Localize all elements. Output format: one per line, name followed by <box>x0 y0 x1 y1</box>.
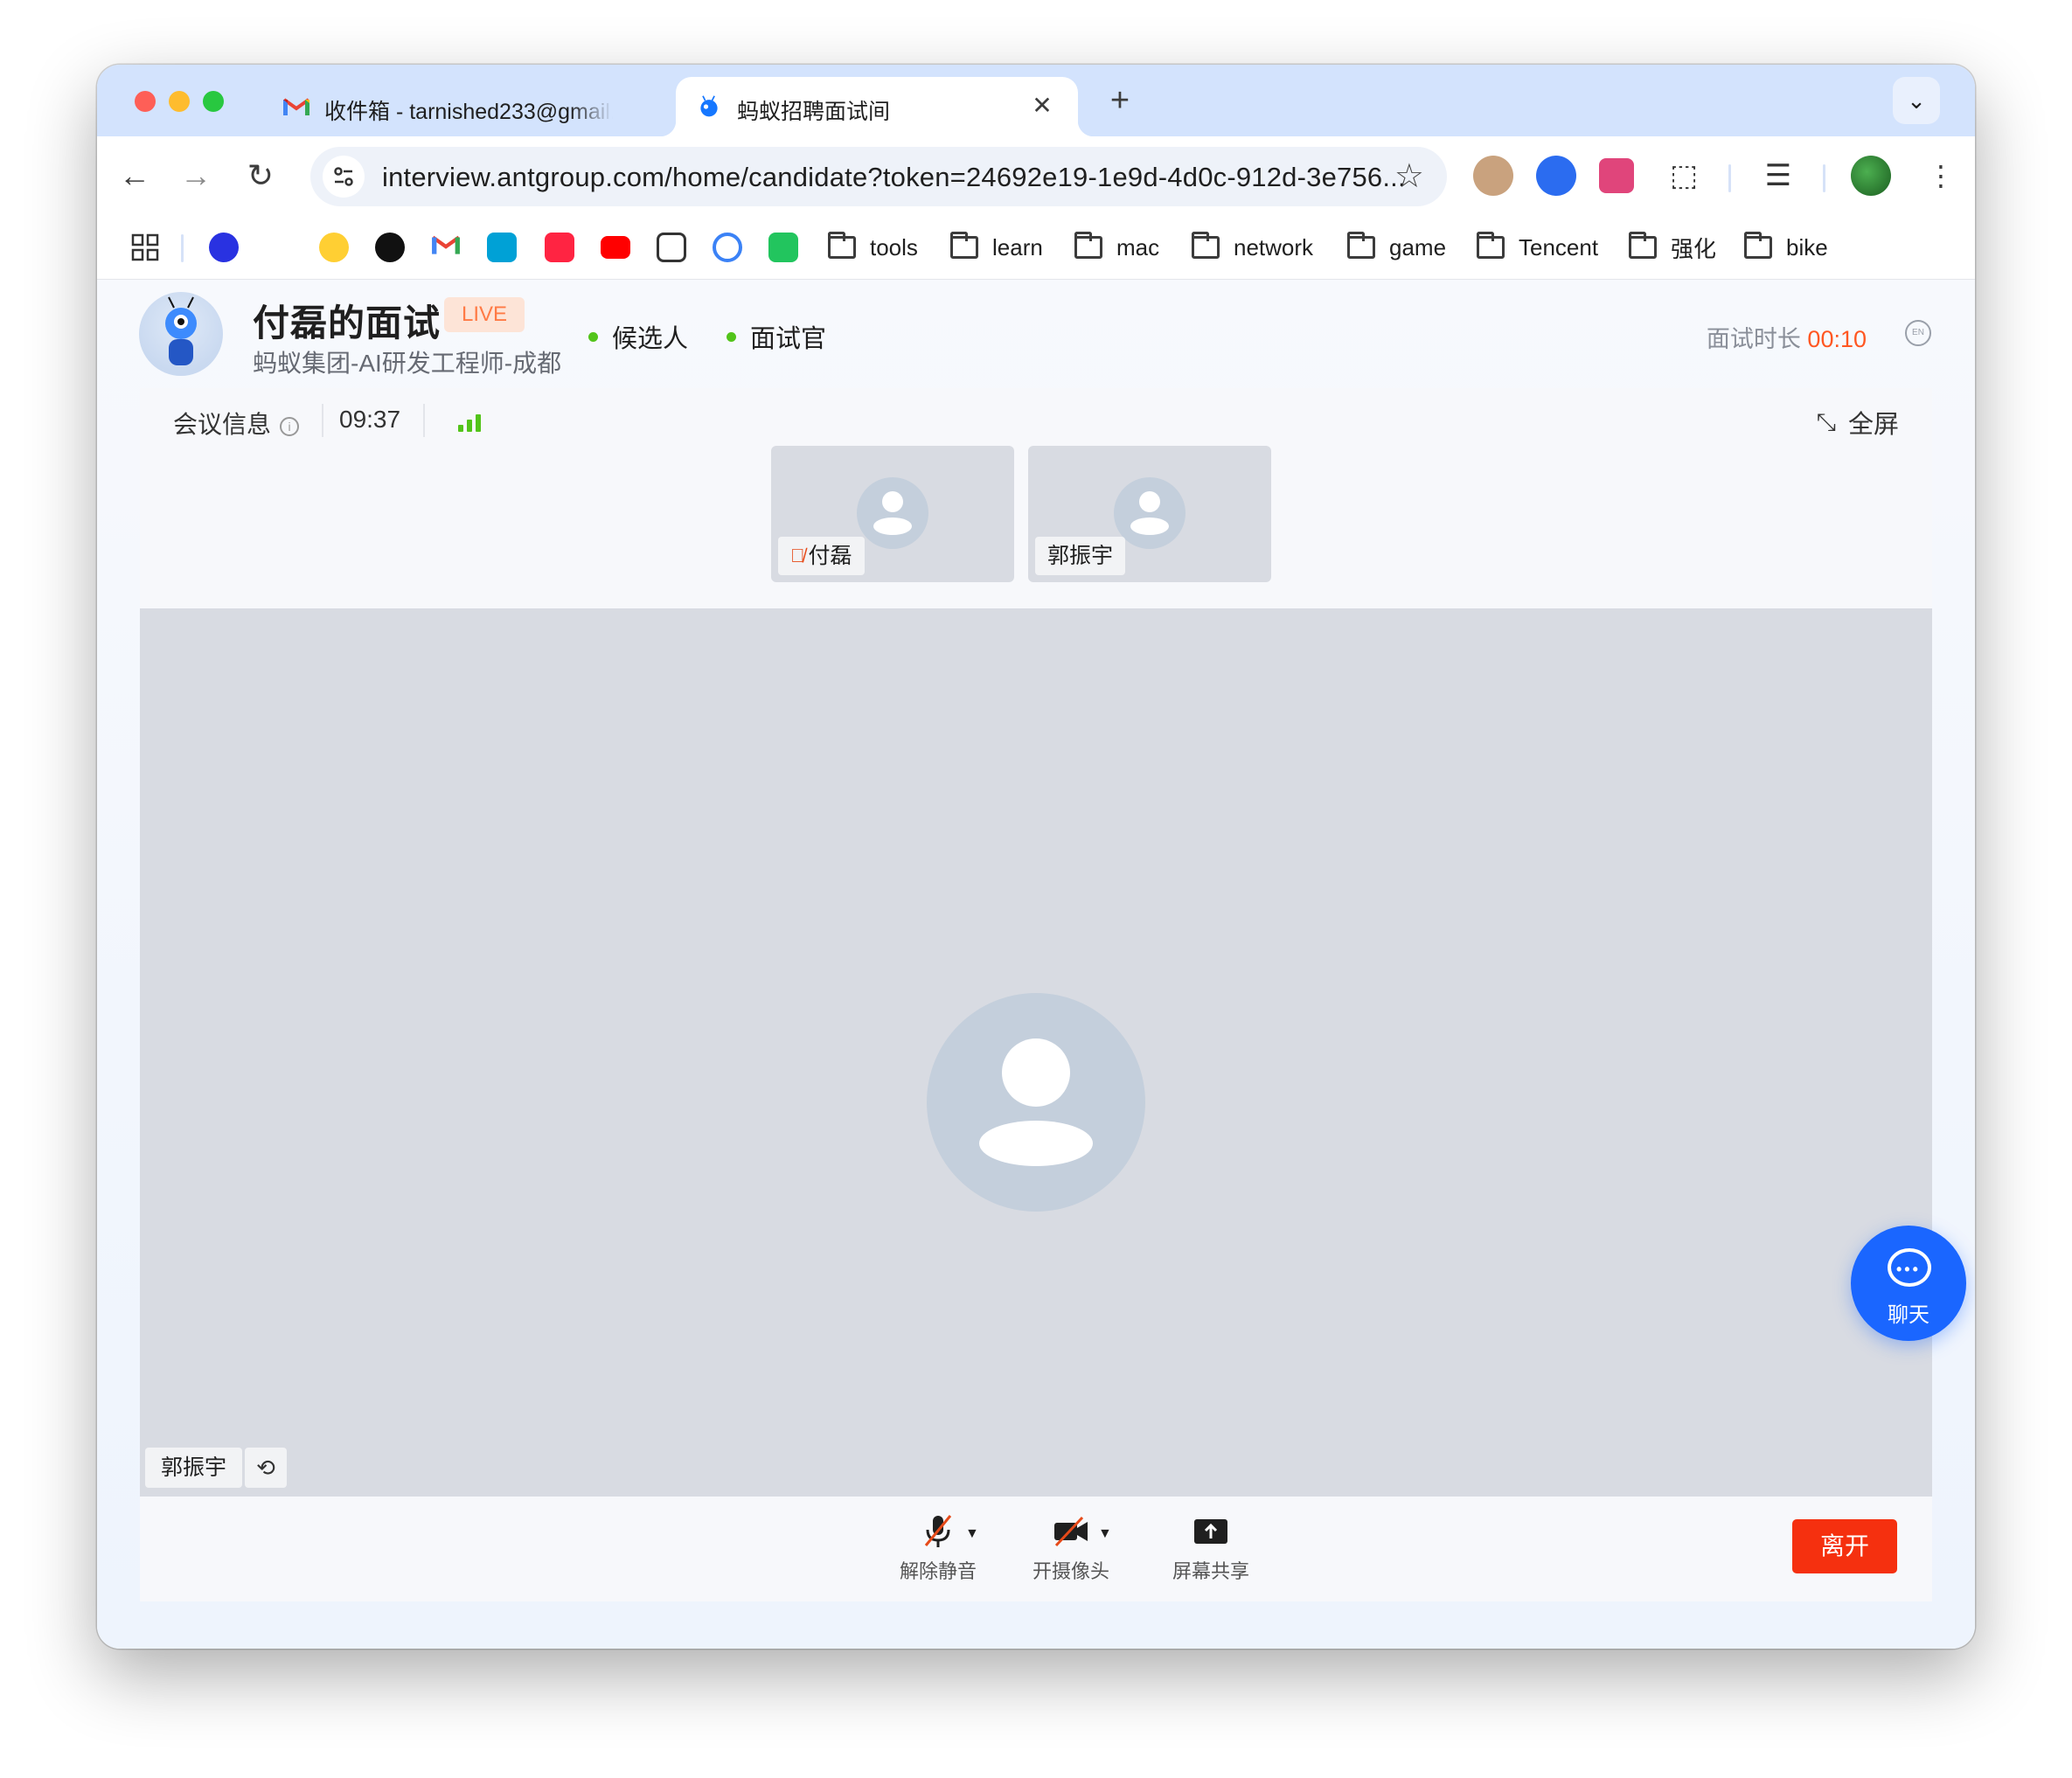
extensions-puzzle-icon[interactable]: ⬚ <box>1664 156 1704 196</box>
ant-mascot-avatar <box>139 292 223 376</box>
back-icon[interactable]: ← <box>115 156 155 196</box>
participant-name: 郭振宇 <box>1035 537 1126 575</box>
browser-toolbar: ← → ↻ interview.antgroup.com/home/candid… <box>97 136 1975 217</box>
folder-icon <box>1192 232 1220 259</box>
role-interviewer: 面试官 <box>727 318 826 355</box>
interview-page: 付磊的面试 LIVE 蚂蚁集团-AI研发工程师-成都 候选人 面试官 面试时长 … <box>97 280 1975 1649</box>
bookmark-folder-game[interactable]: game <box>1347 231 1446 264</box>
bilibili-icon[interactable] <box>487 233 517 262</box>
camera-off-icon: ▼ <box>1023 1511 1119 1551</box>
folder-icon <box>828 232 856 259</box>
reload-icon[interactable]: ↻ <box>240 156 281 196</box>
page-title: 付磊的面试 <box>253 302 442 344</box>
site-settings-icon[interactable] <box>323 156 365 198</box>
language-toggle-icon[interactable]: EN <box>1905 320 1931 346</box>
meeting-info[interactable]: 会议信息 i <box>173 406 300 441</box>
folder-icon <box>950 232 978 259</box>
main-video-stage: 郭振宇 ⟲ <box>140 608 1932 1497</box>
bookmark-folder-tools[interactable]: tools <box>828 231 918 264</box>
bookmark-folder-tencent[interactable]: Tencent <box>1477 231 1598 264</box>
info-icon: i <box>280 416 300 436</box>
forward-icon[interactable]: → <box>176 156 216 196</box>
fullscreen-button[interactable]: ⤡ 全屏 <box>1817 404 1899 441</box>
address-bar[interactable]: interview.antgroup.com/home/candidate?to… <box>310 147 1447 206</box>
network-signal-icon <box>458 413 484 432</box>
maximize-window-button[interactable] <box>203 91 224 112</box>
chevron-down-icon[interactable]: ⌄ <box>1893 77 1940 124</box>
bookmarks-bar: tools learn mac network game Tencent 强化 … <box>97 217 1975 280</box>
participant-tile[interactable]: 郭振宇 <box>1028 446 1271 582</box>
json-icon[interactable] <box>768 233 798 262</box>
browser-window: 收件箱 - tarnished233@gmail.com ✕ 蚂蚁招聘面试间 ✕… <box>97 65 1975 1649</box>
youtube-icon[interactable] <box>601 236 630 259</box>
bookmark-folder-qianghua[interactable]: 强化 <box>1629 231 1716 264</box>
folder-icon <box>1074 232 1102 259</box>
bookmark-folder-bike[interactable]: bike <box>1744 231 1828 264</box>
bookmark-folder-network[interactable]: network <box>1192 231 1313 264</box>
online-dot <box>727 331 736 342</box>
profile-avatar-icon[interactable] <box>1851 156 1891 196</box>
tab-title: 收件箱 - tarnished233@gmail.com <box>324 100 613 124</box>
screen-share-button[interactable]: 屏幕共享 <box>1163 1511 1259 1584</box>
new-tab-button[interactable]: + <box>1102 84 1137 119</box>
url-text: interview.antgroup.com/home/candidate?to… <box>382 162 1406 192</box>
folder-icon <box>1744 232 1772 259</box>
bookmark-star-icon[interactable]: ☆ <box>1394 157 1424 196</box>
tab-title: 蚂蚁招聘面试间 <box>737 100 891 124</box>
live-badge: LIVE <box>444 297 525 332</box>
user-avatar-icon <box>857 477 928 549</box>
folder-icon <box>1477 232 1505 259</box>
openai-icon[interactable] <box>375 233 405 262</box>
meeting-meta-bar: 会议信息 i 09:37 ⤡ 全屏 <box>140 388 1932 453</box>
translate-icon[interactable] <box>1599 158 1634 193</box>
rotate-icon[interactable]: ⟲ <box>245 1448 287 1488</box>
folder-icon <box>1347 232 1375 259</box>
gmail-icon[interactable] <box>431 233 461 262</box>
gmail-icon <box>282 98 310 115</box>
tab-strip: 收件箱 - tarnished233@gmail.com ✕ 蚂蚁招聘面试间 ✕… <box>97 65 1975 136</box>
baidu-icon[interactable] <box>209 233 239 262</box>
extension-v-icon[interactable] <box>1536 156 1576 196</box>
minimize-window-button[interactable] <box>169 91 190 112</box>
unmute-button[interactable]: ▼ 解除静音 <box>890 1511 986 1584</box>
meeting-controls: ▼ 解除静音 ▼ 开摄像头 屏幕共享 离开 <box>140 1497 1932 1601</box>
role-candidate: 候选人 <box>588 318 688 355</box>
expand-icon: ⤡ <box>1816 407 1836 435</box>
reading-list-icon[interactable]: ☰ <box>1758 156 1798 196</box>
search-chat-icon[interactable] <box>713 233 742 262</box>
chat-button[interactable]: ••• 聊天 <box>1851 1226 1966 1341</box>
caret-down-icon[interactable]: ▼ <box>1098 1514 1112 1554</box>
bookmark-d-icon[interactable] <box>657 233 686 262</box>
meeting-clock: 09:37 <box>339 406 401 433</box>
camera-button[interactable]: ▼ 开摄像头 <box>1023 1511 1119 1584</box>
menu-kebab-icon[interactable]: ⋮ <box>1921 156 1961 196</box>
participant-name: 🎙̸ 付磊 <box>778 537 865 575</box>
folder-icon <box>1629 232 1657 259</box>
close-icon[interactable]: ✕ <box>1029 93 1055 119</box>
mic-muted-icon: ▼ <box>890 1511 986 1551</box>
user-avatar-icon <box>927 993 1145 1212</box>
bookmark-folder-learn[interactable]: learn <box>950 231 1043 264</box>
caret-down-icon[interactable]: ▼ <box>965 1514 979 1554</box>
ant-icon <box>700 95 718 117</box>
huggingface-icon[interactable] <box>319 233 349 262</box>
stage-participant-name: 郭振宇 <box>145 1448 243 1488</box>
tab-interview[interactable]: 蚂蚁招聘面试间 ✕ <box>660 77 1094 136</box>
extension-owl-icon[interactable] <box>1473 156 1513 196</box>
meeting-panel: 会议信息i 09:37 ⤡全屏 🎙̸付磊 郭振宇 ︿ 郭振宇 <box>140 388 1932 1601</box>
mic-muted-icon: 🎙̸ <box>790 545 805 566</box>
interview-duration: 面试时长 00:10 <box>1706 326 1867 352</box>
job-subtitle: 蚂蚁集团-AI研发工程师-成都 <box>253 350 562 377</box>
leave-button[interactable]: 离开 <box>1792 1519 1897 1573</box>
online-dot <box>588 331 598 342</box>
xiaohongshu-icon[interactable] <box>545 233 574 262</box>
bookmark-folder-mac[interactable]: mac <box>1074 231 1159 264</box>
duration-value: 00:10 <box>1807 326 1867 352</box>
screen-share-icon <box>1163 1511 1259 1551</box>
close-window-button[interactable] <box>135 91 156 112</box>
apps-grid-icon[interactable] <box>130 233 160 262</box>
participant-tile[interactable]: 🎙̸ 付磊 <box>771 446 1014 582</box>
